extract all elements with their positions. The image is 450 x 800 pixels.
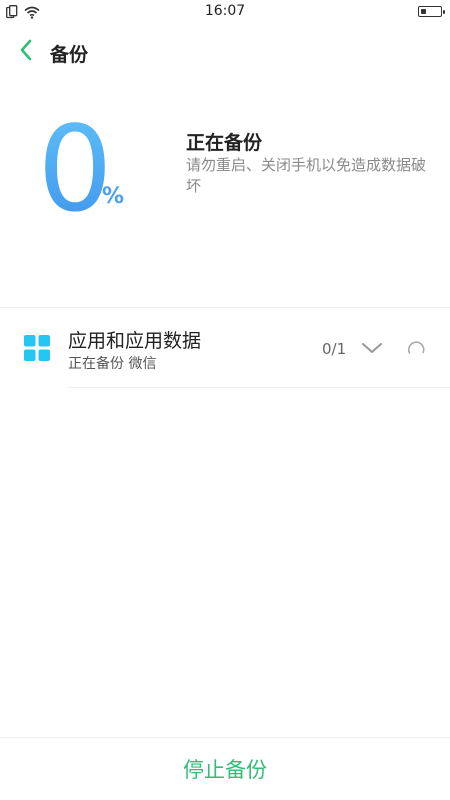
chevron-left-icon: [19, 39, 33, 65]
item-divider: [68, 387, 450, 388]
status-bar: 16:07: [0, 0, 450, 24]
apps-grid-icon: [24, 335, 50, 361]
item-progress-count: 0/1: [322, 340, 347, 358]
stop-backup-button[interactable]: 停止备份: [0, 738, 450, 800]
loading-spinner-icon: [405, 338, 427, 360]
chevron-down-icon[interactable]: [360, 338, 384, 358]
back-button[interactable]: [12, 38, 40, 66]
battery-level: [420, 8, 426, 14]
page-title: 备份: [50, 44, 89, 66]
percent-sign: %: [102, 184, 125, 209]
progress-percent-value: 0: [40, 104, 110, 214]
item-subtitle: 正在备份 微信: [68, 356, 157, 372]
status-time: 16:07: [204, 3, 246, 19]
backup-status-title: 正在备份: [186, 132, 263, 154]
section-divider: [0, 307, 450, 308]
battery-icon: [418, 6, 445, 17]
backup-progress-section: 0 % 正在备份 请勿重启、关闭手机以免造成数据破坏: [0, 100, 450, 300]
item-title: 应用和应用数据: [68, 330, 202, 352]
backup-warning-text: 请勿重启、关闭手机以免造成数据破坏: [186, 156, 427, 195]
list-item[interactable]: 应用和应用数据 正在备份 微信 0/1: [0, 316, 450, 388]
top-app-bar: 备份: [0, 30, 450, 76]
svg-text:0: 0: [40, 104, 110, 214]
